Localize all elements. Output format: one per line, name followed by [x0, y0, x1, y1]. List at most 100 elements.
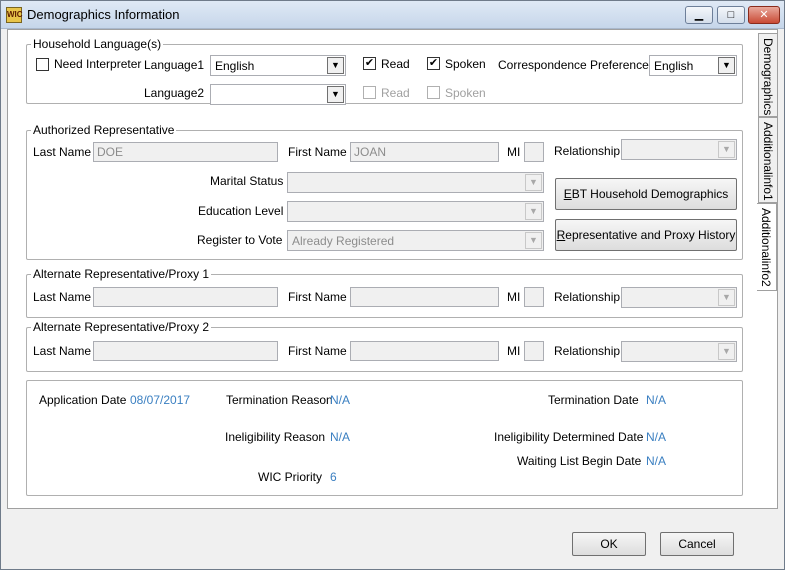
auth-relationship-select[interactable]: ▼ — [621, 139, 737, 160]
history-button-label: epresentative and Proxy History — [565, 228, 736, 242]
language1-label: Language1 — [144, 58, 205, 72]
language2-spoken-checkbox[interactable] — [427, 86, 440, 99]
auth-last-name-label: Last Name — [33, 145, 92, 159]
chevron-down-icon[interactable]: ▼ — [525, 174, 542, 191]
marital-status-select[interactable]: ▼ — [287, 172, 544, 193]
chevron-down-icon[interactable]: ▼ — [525, 232, 542, 249]
household-language-legend: Household Language(s) — [31, 37, 164, 51]
maximize-icon: □ — [727, 9, 735, 21]
alternate-proxy-1-legend: Alternate Representative/Proxy 1 — [31, 267, 212, 281]
chevron-down-icon[interactable]: ▼ — [327, 86, 344, 103]
representative-proxy-history-button[interactable]: Representative and Proxy History — [555, 219, 737, 251]
alt2-last-name-input[interactable] — [93, 341, 278, 361]
language2-label: Language2 — [144, 86, 205, 100]
alt2-first-name-label: First Name — [288, 344, 347, 358]
need-interpreter-label: Need Interpreter — [54, 57, 142, 71]
close-button[interactable]: ✕ — [748, 6, 780, 24]
auth-first-name-label: First Name — [288, 145, 347, 159]
tab-demographics[interactable]: Demographics — [758, 33, 778, 117]
language2-read-label: Read — [381, 86, 410, 100]
alternate-proxy-2-legend: Alternate Representative/Proxy 2 — [31, 320, 212, 334]
application-date-value: 08/07/2017 — [130, 393, 191, 407]
language1-read-checkbox[interactable]: ✔ — [363, 57, 376, 70]
ebt-button-accesskey: E — [563, 187, 572, 201]
checkmark-icon: ✔ — [364, 57, 375, 69]
chevron-down-icon[interactable]: ▼ — [718, 57, 735, 74]
ebt-button-label: BT Household Demographics — [571, 187, 729, 201]
auth-first-name-input[interactable]: JOAN — [350, 142, 499, 162]
close-icon: ✕ — [759, 9, 769, 21]
need-interpreter-checkbox[interactable] — [36, 58, 49, 71]
auth-relationship-label: Relationship — [554, 144, 621, 158]
termination-reason-value: N/A — [330, 393, 351, 407]
auth-mi-label: MI — [507, 145, 521, 159]
register-to-vote-value: Already Registered — [292, 234, 395, 248]
alt1-first-name-label: First Name — [288, 290, 347, 304]
alt2-first-name-input[interactable] — [350, 341, 499, 361]
auth-mi-input[interactable] — [524, 142, 544, 162]
app-icon: WIC — [6, 7, 23, 23]
chevron-down-icon[interactable]: ▼ — [718, 289, 735, 306]
language1-read-label: Read — [381, 57, 410, 71]
language1-value: English — [215, 59, 255, 73]
waiting-list-begin-date-label: Waiting List Begin Date — [517, 454, 642, 468]
register-to-vote-select[interactable]: Already Registered ▼ — [287, 230, 544, 251]
ineligibility-reason-label: Ineligibility Reason — [225, 430, 326, 444]
cancel-button[interactable]: Cancel — [660, 532, 734, 556]
tab-demographics-label: Demographics — [761, 38, 775, 116]
alt2-relationship-label: Relationship — [554, 344, 621, 358]
language1-spoken-checkbox[interactable]: ✔ — [427, 57, 440, 70]
alt2-mi-label: MI — [507, 344, 521, 358]
ineligibility-determined-date-label: Ineligibility Determined Date — [494, 430, 644, 444]
correspondence-preference-select[interactable]: English ▼ — [649, 55, 737, 76]
education-level-label: Education Level — [198, 204, 284, 218]
wic-priority-value: 6 — [330, 470, 337, 484]
authorized-representative-legend: Authorized Representative — [31, 123, 177, 137]
alt1-relationship-label: Relationship — [554, 290, 621, 304]
alt1-first-name-input[interactable] — [350, 287, 499, 307]
tab-additionalinfo2[interactable]: Additionalinfo2 — [757, 203, 777, 291]
marital-status-label: Marital Status — [210, 174, 284, 188]
minimize-button[interactable]: ▁ — [685, 6, 713, 24]
alt2-mi-input[interactable] — [524, 341, 544, 361]
chevron-down-icon[interactable]: ▼ — [718, 343, 735, 360]
alt1-relationship-select[interactable]: ▼ — [621, 287, 737, 308]
alt2-relationship-select[interactable]: ▼ — [621, 341, 737, 362]
waiting-list-begin-date-value: N/A — [646, 454, 667, 468]
language2-spoken-label: Spoken — [445, 86, 486, 100]
application-date-label: Application Date — [39, 393, 127, 407]
tab-additionalinfo1[interactable]: Additionalinfo1 — [758, 117, 778, 203]
termination-date-label: Termination Date — [548, 393, 639, 407]
termination-reason-label: Termination Reason — [226, 393, 333, 407]
alt1-mi-input[interactable] — [524, 287, 544, 307]
auth-last-name-input[interactable]: DOE — [93, 142, 278, 162]
correspondence-preference-label: Correspondence Preference — [498, 58, 649, 72]
history-button-accesskey: R — [556, 228, 566, 242]
education-level-select[interactable]: ▼ — [287, 201, 544, 222]
checkmark-icon: ✔ — [428, 57, 439, 69]
correspondence-preference-value: English — [654, 59, 694, 73]
ok-button[interactable]: OK — [572, 532, 646, 556]
ineligibility-determined-date-value: N/A — [646, 430, 667, 444]
language2-select[interactable]: ▼ — [210, 84, 346, 105]
alt2-last-name-label: Last Name — [33, 344, 92, 358]
title-bar[interactable]: WIC Demographics Information ▁ □ ✕ — [1, 1, 784, 29]
language1-select[interactable]: English ▼ — [210, 55, 346, 76]
ineligibility-reason-value: N/A — [330, 430, 351, 444]
chevron-down-icon[interactable]: ▼ — [525, 203, 542, 220]
alt1-last-name-input[interactable] — [93, 287, 278, 307]
tab-additionalinfo1-label: Additionalinfo1 — [761, 122, 775, 201]
maximize-button[interactable]: □ — [717, 6, 745, 24]
ebt-household-demographics-button[interactable]: EBT Household Demographics — [555, 178, 737, 210]
language1-spoken-label: Spoken — [445, 57, 486, 71]
alt1-mi-label: MI — [507, 290, 521, 304]
tab-content-panel: Household Language(s) Need Interpreter L… — [7, 29, 778, 509]
chevron-down-icon[interactable]: ▼ — [718, 141, 735, 158]
wic-priority-label: WIC Priority — [258, 470, 322, 484]
chevron-down-icon[interactable]: ▼ — [327, 57, 344, 74]
termination-date-value: N/A — [646, 393, 667, 407]
demographics-window: WIC Demographics Information ▁ □ ✕ House… — [0, 0, 785, 570]
language2-read-checkbox[interactable] — [363, 86, 376, 99]
register-to-vote-label: Register to Vote — [197, 233, 283, 247]
tab-additionalinfo2-label: Additionalinfo2 — [759, 208, 773, 287]
